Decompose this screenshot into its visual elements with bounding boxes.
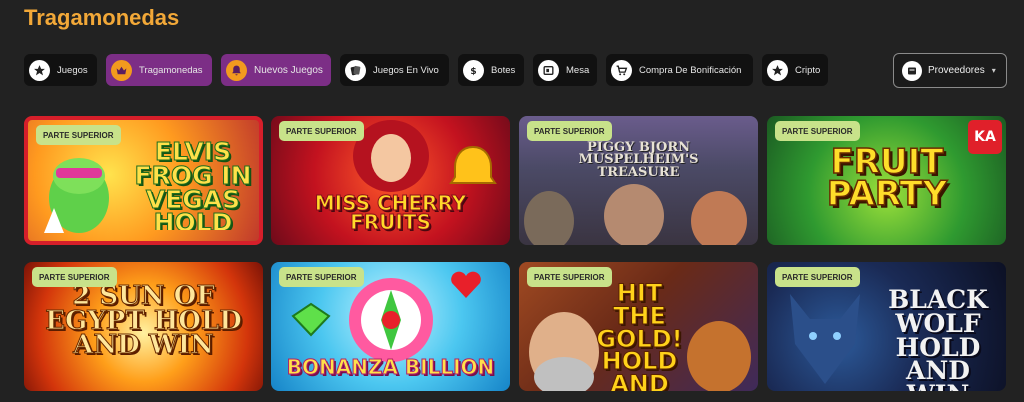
chip-cripto[interactable]: Cripto [762, 54, 828, 86]
chip-label: Nuevos Juegos [254, 64, 323, 76]
chip-nuevos-juegos[interactable]: Nuevos Juegos [221, 54, 331, 86]
top-badge: PARTE SUPERIOR [279, 267, 364, 287]
top-badge: PARTE SUPERIOR [527, 267, 612, 287]
game-title: ELVIS FROG IN VEGAS HOLD AND WIN [134, 140, 252, 230]
cards-icon [345, 59, 366, 81]
page-title: Tragamonedas [24, 5, 180, 30]
star-icon [29, 59, 50, 81]
gem-art [291, 302, 331, 337]
dollar-icon: $ [463, 59, 484, 81]
game-card-elvis-frog[interactable]: PARTE SUPERIOR ELVIS FROG IN VEGAS HOLD … [24, 116, 263, 245]
game-title: MISS CHERRY FRUITS [314, 191, 467, 234]
chip-label: Mesa [566, 64, 590, 76]
game-card-hit-the-gold[interactable]: PARTE SUPERIOR HIT THE GOLD! HOLD AND WI… [519, 262, 758, 391]
game-card-bonanza-billion[interactable]: PARTE SUPERIOR BONANZA BILLION [271, 262, 510, 391]
game-card-miss-cherry-fruits[interactable]: PARTE SUPERIOR MISS CHERRY FRUITS [271, 116, 510, 245]
chip-mesa[interactable]: Mesa [533, 54, 597, 86]
provider-logo: KA [968, 120, 1002, 154]
wolf-art [790, 294, 860, 384]
game-title: HIT THE GOLD! HOLD AND WIN [596, 279, 683, 391]
top-badge: PARTE SUPERIOR [279, 121, 364, 141]
chip-label: Botes [491, 64, 516, 76]
chip-juegos-en-vivo[interactable]: Juegos En Vivo [340, 54, 449, 86]
crown-icon [111, 59, 132, 81]
chip-compra-de-bonificacion[interactable]: Compra De Bonificación [606, 54, 753, 86]
game-title: BLACK WOLF HOLD AND WIN [888, 285, 988, 391]
game-card-piggy-bjorn[interactable]: PARTE SUPERIOR PIGGY BJORN MUSPELHEIM'S … [519, 116, 758, 245]
top-badge: PARTE SUPERIOR [32, 267, 117, 287]
chip-label: Juegos [57, 64, 88, 76]
chevron-down-icon: ▾ [991, 66, 996, 75]
chip-botes[interactable]: $ Botes [458, 54, 524, 86]
top-badge: PARTE SUPERIOR [775, 121, 860, 141]
providers-label: Proveedores [928, 65, 985, 76]
provider-icon [902, 60, 922, 81]
game-title: BONANZA BILLION [286, 355, 495, 379]
top-badge: PARTE SUPERIOR [775, 267, 860, 287]
top-badge: PARTE SUPERIOR [36, 125, 121, 145]
svg-text:$: $ [470, 65, 476, 76]
game-card-sun-of-egypt-2[interactable]: PARTE SUPERIOR 2 SUN OF EGYPT HOLD AND W… [24, 262, 263, 391]
game-title: PIGGY BJORN MUSPELHEIM'S TREASURE [578, 140, 699, 180]
game-title: FRUIT PARTY [826, 142, 948, 215]
cart-icon [611, 59, 632, 81]
game-card-fruit-party[interactable]: PARTE SUPERIOR KA FRUIT PARTY [767, 116, 1006, 245]
chip-tragamonedas[interactable]: Tragamonedas [106, 54, 212, 86]
bell-icon [226, 59, 247, 81]
game-card-black-wolf[interactable]: PARTE SUPERIOR BLACK WOLF HOLD AND WIN [767, 262, 1006, 391]
heart-art [451, 271, 481, 298]
frog-art [44, 158, 109, 233]
providers-dropdown[interactable]: Proveedores ▾ [893, 53, 1007, 88]
bell-art [449, 145, 497, 184]
top-badge: PARTE SUPERIOR [527, 121, 612, 141]
star-icon [767, 59, 788, 81]
vikings-art [524, 184, 747, 245]
chip-juegos[interactable]: Juegos [24, 54, 97, 86]
table-icon [538, 59, 559, 81]
game-title: 2 SUN OF EGYPT HOLD AND WIN [45, 281, 243, 361]
chip-label: Compra De Bonificación [639, 64, 742, 76]
chip-label: Cripto [795, 64, 821, 76]
chip-label: Tragamonedas [139, 64, 203, 76]
chip-label: Juegos En Vivo [373, 64, 439, 76]
